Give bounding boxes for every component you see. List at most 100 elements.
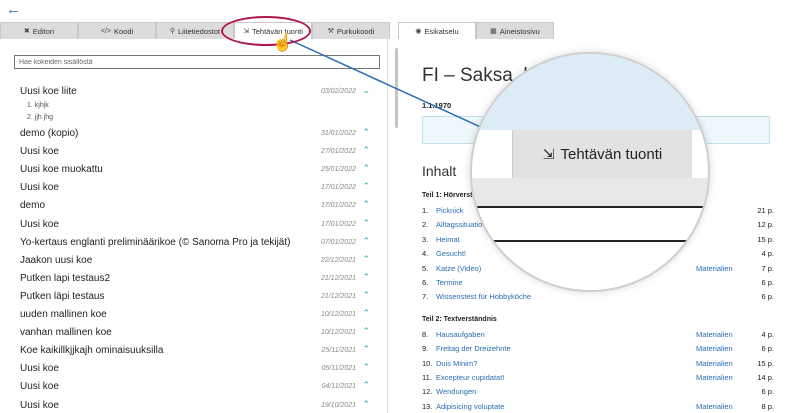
exam-name: Uusi koe (20, 363, 59, 375)
item-link[interactable]: Termine (436, 278, 463, 287)
exam-date: 03/02/2022 (320, 88, 356, 95)
list-item[interactable]: demo 17/01/2022 ⌃ (0, 197, 388, 215)
tab-label: Koodi (113, 26, 134, 36)
tab-highlight-ellipse (221, 16, 311, 46)
chevron-up-icon[interactable]: ⌃ (362, 199, 370, 210)
chevron-up-icon[interactable]: ⌃ (362, 362, 370, 373)
item-link[interactable]: Hausaufgaben (436, 330, 485, 339)
list-item[interactable]: vanhan mallinen koe 10/12/2021 ⌃ (0, 324, 388, 342)
exam-name: Uusi koe (20, 182, 59, 194)
chevron-up-icon[interactable]: ⌃ (362, 181, 370, 192)
chevron-up-icon[interactable]: ⌃ (362, 326, 370, 337)
item-link[interactable]: Duis Minim? (436, 359, 477, 368)
list-item[interactable]: Yo-kertaus englanti preliminäärikoe (© S… (0, 234, 388, 252)
exam-name: Uusi koe (20, 399, 59, 411)
exam-date: 21/12/2021 (320, 274, 356, 282)
tab-koodi[interactable]: </> Koodi (78, 22, 156, 39)
tab-editori[interactable]: ✖ Editori (0, 22, 78, 39)
exam-name: Uusi koe muokattu (20, 164, 103, 176)
chevron-up-icon[interactable]: ⌃ (362, 254, 370, 265)
list-item[interactable]: Jaakon uusi koe 22/12/2021 ⌃ (0, 252, 388, 270)
hammer-icon: ⚒ (327, 28, 334, 35)
magnified-tab-label: Tehtävän tuonti (560, 145, 663, 163)
item-link[interactable]: Katze (Video) (436, 264, 481, 273)
materials-link[interactable]: Materialien (696, 359, 733, 368)
item-points: 14 p. (757, 373, 774, 382)
contents-item: 8. Hausaufgaben Materialien 4 p. (422, 330, 774, 342)
item-points: 8 p. (761, 401, 774, 411)
materials-link[interactable]: Materialien (696, 402, 733, 411)
chevron-up-icon[interactable]: ⌃ (362, 218, 370, 229)
section-heading: Teil 1: Hörverst (422, 192, 473, 199)
materials-link[interactable]: Materialien (696, 344, 733, 353)
attachment-label: 1. kjhjk (27, 102, 49, 110)
list-item[interactable]: Uusi koe 27/01/2022 ⌃ (0, 143, 388, 161)
list-item[interactable]: Koe kaikillkjjkajh ominaisuuksilla 25/11/… (0, 342, 388, 360)
top-bar: ← (0, 0, 800, 22)
file-import-icon: ⇲ (542, 145, 555, 162)
exam-list-panel: Uusi koe liite 03/02/2022 ⌄ 1. kjhjk 2. jjh … (0, 39, 388, 413)
list-item[interactable]: Putken lapi testaus2 21/12/2021 ⌃ (0, 270, 388, 288)
item-link[interactable]: Gesucht! (436, 249, 466, 258)
exam-name: Koe kaikillkjjkajh ominaisuuksilla (20, 345, 164, 357)
attachment-item[interactable]: 2. jjh jhg (0, 113, 388, 125)
tab-esikatselu[interactable]: ◉ Esikatselu (398, 22, 476, 39)
item-points: 15 p. (757, 234, 774, 244)
list-item[interactable]: Uusi koe 04/11/2021 ⌃ (0, 378, 388, 396)
item-link[interactable]: Picknick (436, 206, 464, 215)
list-item[interactable]: Uusi koe 05/11/2021 ⌃ (0, 360, 388, 378)
tab-aineistosivu[interactable]: ▦ Aineistosivu (476, 22, 554, 39)
contents-item: 7. Wissenstest für Hobbyköche 6 p. (422, 292, 774, 304)
chevron-up-icon[interactable]: ⌃ (362, 308, 370, 319)
chevron-up-icon[interactable]: ⌃ (362, 145, 370, 156)
item-number: 2. (422, 220, 429, 230)
contents-item: 11. Excepteur cupidatat! Materialien 14 p. (422, 373, 774, 385)
chevron-up-icon[interactable]: ⌃ (362, 236, 370, 247)
list-item[interactable]: uuden mallinen koe 10/12/2021 ⌃ (0, 306, 388, 324)
item-number: 10. (422, 358, 433, 368)
chevron-up-icon[interactable]: ⌃ (362, 127, 370, 138)
list-item[interactable]: Uusi koe 17/01/2022 ⌃ (0, 216, 388, 234)
materials-link[interactable]: Materialien (696, 330, 733, 339)
item-link[interactable]: Freitag der Dreizehnte (436, 344, 511, 353)
item-number: 1. (422, 206, 429, 215)
list-item[interactable]: demo (kopio) 31/01/2022 ⌃ (0, 125, 388, 143)
exam-date: 22/12/2021 (320, 256, 356, 264)
item-link[interactable]: Adipisicing voluptate (436, 402, 504, 411)
magnifier-band (472, 178, 708, 208)
eye-icon: ◉ (415, 28, 422, 35)
item-link[interactable]: Wissenstest für Hobbyköche (436, 292, 531, 301)
item-link[interactable]: Wendungen (436, 387, 476, 396)
back-arrow-icon[interactable]: ← (6, 2, 21, 18)
item-link[interactable]: Alltagssituatio (436, 220, 482, 229)
item-number: 11. (422, 373, 432, 382)
tab-label: Liitetiedostot (178, 26, 221, 36)
materials-link[interactable]: Materialien (696, 373, 733, 382)
item-points: 4 p. (761, 249, 774, 259)
item-link[interactable]: Heimat (436, 235, 460, 244)
item-link[interactable]: Excepteur cupidatat! (436, 373, 504, 382)
chevron-up-icon[interactable]: ⌃ (362, 399, 370, 410)
chevron-up-icon[interactable]: ⌃ (362, 344, 370, 355)
list-item[interactable]: Uusi koe 17/01/2022 ⌃ (0, 179, 388, 197)
chevron-up-icon[interactable]: ⌃ (362, 380, 370, 391)
attachment-item[interactable]: 1. kjhjk (0, 101, 388, 113)
list-item[interactable]: Putken läpi testaus 21/12/2021 ⌃ (0, 288, 388, 306)
preview-tabs: ◉ Esikatselu ▦ Aineistosivu (398, 22, 554, 39)
materials-link[interactable]: Materialien (696, 264, 733, 273)
chevron-down-icon[interactable]: ⌄ (362, 85, 370, 96)
tab-label: Aineistosivu (499, 26, 540, 36)
exam-name: Uusi koe (20, 218, 59, 230)
search-input[interactable] (14, 55, 380, 69)
list-item[interactable]: Uusi koe liite 03/02/2022 ⌄ (0, 83, 388, 101)
list-item[interactable]: Uusi koe 19/10/2021 ⌃ (0, 397, 388, 413)
exam-date: 21/12/2021 (320, 292, 356, 300)
chevron-up-icon[interactable]: ⌃ (362, 272, 370, 283)
chevron-up-icon[interactable]: ⌃ (362, 163, 370, 174)
item-number: 8. (422, 329, 429, 339)
exam-name: demo (kopio) (20, 128, 79, 140)
chevron-up-icon[interactable]: ⌃ (362, 290, 370, 301)
list-item[interactable]: Uusi koe muokattu 25/01/2022 ⌃ (0, 161, 388, 179)
tab-purkukoodi[interactable]: ⚒ Purkukoodi (312, 22, 390, 39)
tools-icon: ✖ (23, 28, 30, 35)
